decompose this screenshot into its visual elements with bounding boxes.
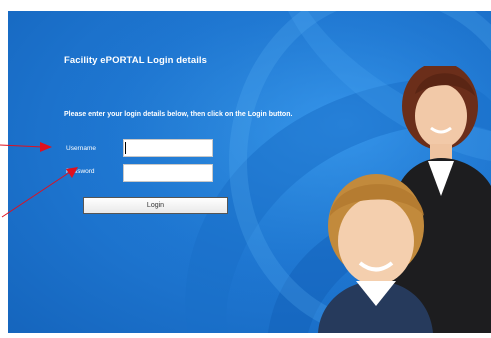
login-panel: Facility ePORTAL Login details Please en… — [8, 11, 491, 333]
username-input[interactable] — [123, 139, 213, 157]
login-page: Facility ePORTAL Login details Please en… — [0, 0, 491, 338]
username-label: Username — [66, 145, 96, 152]
password-label: Password — [66, 168, 95, 175]
login-button[interactable]: Login — [83, 197, 228, 214]
hero-photo — [318, 66, 491, 333]
page-title: Facility ePORTAL Login details — [64, 55, 208, 66]
password-input[interactable] — [123, 164, 213, 182]
text-caret — [125, 142, 126, 154]
instructions-text: Please enter your login details below, t… — [64, 111, 293, 118]
